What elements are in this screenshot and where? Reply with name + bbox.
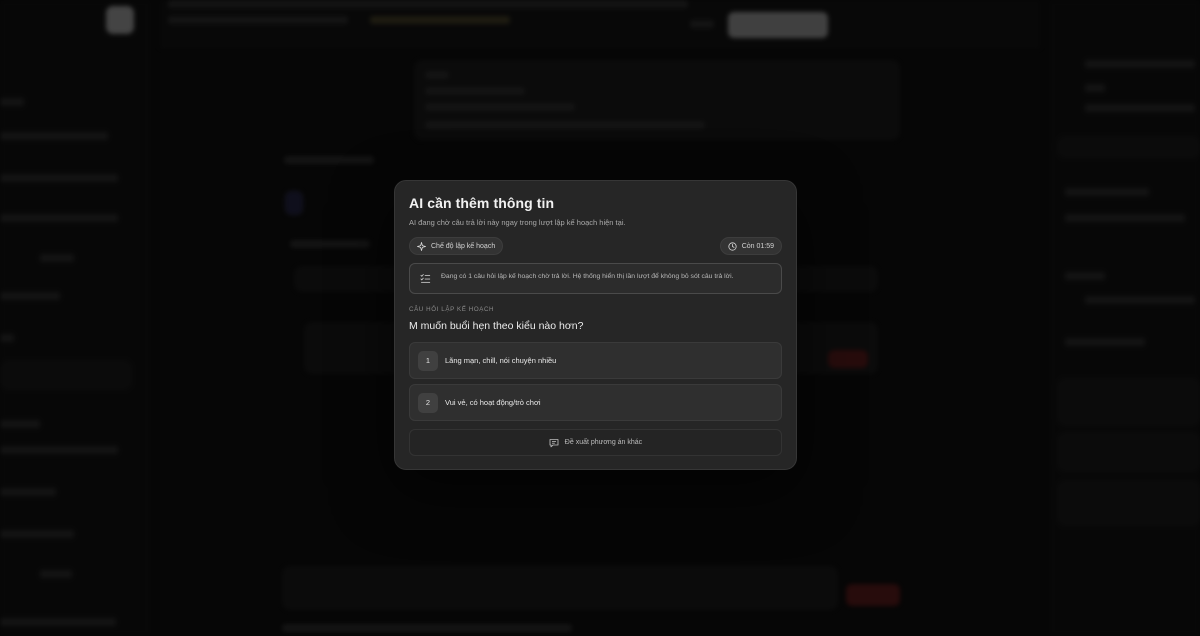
option-label: Vui vẻ, có hoạt động/trò chơi bbox=[445, 398, 541, 407]
dialog-chips: Chế độ lập kế hoạch Còn 01:59 bbox=[409, 237, 782, 255]
option-label: Lãng mạn, chill, nói chuyện nhiều bbox=[445, 356, 557, 365]
option-number: 2 bbox=[418, 392, 438, 413]
answer-option-1[interactable]: 1 Lãng mạn, chill, nói chuyện nhiều bbox=[409, 342, 782, 379]
dialog-title: AI cần thêm thông tin bbox=[409, 195, 555, 211]
sparkle-icon bbox=[417, 241, 426, 251]
section-label: CÂU HỎI LẬP KẾ HOẠCH bbox=[409, 306, 495, 313]
pending-questions-notice: Đang có 1 câu hỏi lập kế hoạch chờ trả l… bbox=[409, 263, 782, 294]
planning-question-dialog: AI cần thêm thông tin AI đang chờ câu tr… bbox=[394, 180, 797, 470]
dialog-subtitle: AI đang chờ câu trả lời này ngay trong l… bbox=[409, 218, 626, 227]
planning-mode-label: Chế độ lập kế hoạch bbox=[431, 242, 496, 250]
timer-label: Còn 01:59 bbox=[741, 242, 774, 250]
option-number: 1 bbox=[418, 350, 438, 371]
planning-mode-chip: Chế độ lập kế hoạch bbox=[409, 237, 504, 255]
question-text: M muốn buổi hẹn theo kiểu nào hơn? bbox=[409, 320, 584, 332]
clock-icon bbox=[728, 241, 737, 251]
list-check-icon bbox=[420, 274, 431, 283]
answer-option-2[interactable]: 2 Vui vẻ, có hoạt động/trò chơi bbox=[409, 384, 782, 421]
timer-chip: Còn 01:59 bbox=[719, 237, 782, 255]
suggest-label: Đề xuất phương án khác bbox=[564, 439, 643, 446]
suggest-other-option-button[interactable]: Đề xuất phương án khác bbox=[409, 429, 782, 456]
message-icon bbox=[549, 438, 559, 447]
notice-text: Đang có 1 câu hỏi lập kế hoạch chờ trả l… bbox=[441, 273, 734, 280]
